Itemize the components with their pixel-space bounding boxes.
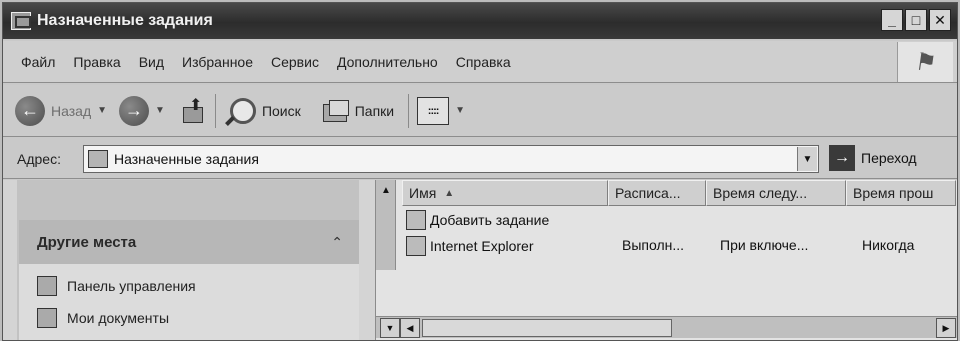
title-bar: Назначенные задания _ □ ✕ [3,3,957,39]
my-documents-icon [37,308,57,328]
sort-ascending-icon: ▲ [444,187,455,199]
column-header-schedule[interactable]: Расписа... [608,180,706,206]
back-arrow-icon: ← [15,95,45,126]
forward-dropdown-icon[interactable]: ▼ [155,105,165,116]
folders-icon [322,99,349,122]
column-header-next-run[interactable]: Время следу... [706,180,846,206]
list-item-next-run: При включе... [720,237,809,253]
scroll-right-icon[interactable]: ▶ [936,318,956,338]
task-list: ▲ Имя ▲ Расписа... Время следу... Время … [375,180,957,340]
column-headers: Имя ▲ Расписа... Время следу... Время пр… [402,180,956,206]
views-button[interactable]: :::: ▼ [417,96,465,125]
toolbar-separator [408,93,410,128]
scroll-left-icon[interactable]: ◀ [400,318,420,338]
back-dropdown-icon[interactable]: ▼ [97,105,107,116]
menu-bar: Файл Правка Вид Избранное Сервис Дополни… [3,41,957,83]
search-label: Поиск [261,102,301,119]
place-my-documents[interactable]: Мои документы [37,308,169,328]
other-places-title: Другие места [37,233,137,251]
address-value: Назначенные задания [114,151,259,167]
list-item-add-task[interactable]: Добавить задание [406,208,549,232]
place-control-panel[interactable]: Панель управления [37,276,196,296]
forward-button[interactable]: → ▼ [119,95,165,126]
collapse-chevron-icon[interactable]: ⌃ [331,234,343,251]
back-label: Назад [51,102,92,119]
list-item-schedule: Выполн... [622,237,685,253]
views-icon: :::: [417,96,450,125]
folders-button[interactable]: Папки [322,99,395,122]
maximize-button[interactable]: □ [905,9,927,31]
horizontal-scrollbar[interactable]: ▼ ◀ ▶ [376,316,957,338]
go-button[interactable]: → Переход [829,145,917,171]
search-button[interactable]: Поиск [229,97,301,124]
menu-advanced[interactable]: Дополнительно [337,54,438,70]
search-icon [229,97,256,124]
window-title: Назначенные задания [37,12,213,29]
column-header-last-run[interactable]: Время прош [846,180,956,206]
go-arrow-icon: → [829,145,855,171]
back-button[interactable]: ← Назад ▼ [15,95,107,126]
menu-view[interactable]: Вид [139,54,164,70]
views-dropdown-icon[interactable]: ▼ [455,105,465,116]
place-label: Панель управления [67,278,196,294]
list-item-name: Добавить задание [430,212,550,228]
vertical-scrollbar[interactable]: ▲ [376,180,396,270]
menu-edit[interactable]: Правка [73,54,120,70]
menu-help[interactable]: Справка [456,54,511,70]
scroll-up-icon[interactable]: ▲ [376,180,396,200]
other-places-list: Панель управления Мои документы [19,264,359,340]
menu-favorites[interactable]: Избранное [182,54,253,70]
up-folder-icon[interactable] [179,95,207,125]
list-item-name: Internet Explorer [430,238,534,254]
address-dropdown-icon[interactable]: ▼ [797,147,817,171]
windows-logo-icon: ⚑ [897,42,953,82]
content-area: Другие места ⌃ Панель управления Мои док… [3,180,957,340]
toolbar: ← Назад ▼ → ▼ Поиск Папки :::: ▼ [3,85,957,137]
scroll-down-icon[interactable]: ▼ [380,318,400,338]
address-bar: Адрес: Назначенные задания ▼ → Переход [3,139,957,179]
list-item-last-run: Никогда [862,237,915,253]
scheduled-tasks-folder-icon [11,12,31,30]
column-header-name[interactable]: Имя ▲ [402,180,608,206]
column-header-label: Имя [409,185,437,201]
scheduled-tasks-window: Назначенные задания _ □ ✕ Файл Правка Ви… [2,2,958,341]
scroll-thumb[interactable] [422,319,672,337]
add-task-icon [406,210,426,230]
go-label: Переход [861,150,917,166]
folders-label: Папки [354,102,395,119]
scheduled-tasks-folder-icon [88,150,108,168]
address-field[interactable]: Назначенные задания ▼ [83,145,819,173]
toolbar-separator [214,93,216,128]
forward-arrow-icon: → [119,95,150,126]
minimize-button[interactable]: _ [881,9,903,31]
menu-file[interactable]: Файл [21,54,55,70]
other-places-header[interactable]: Другие места ⌃ [19,220,359,264]
scheduled-task-icon [406,236,426,256]
list-item-internet-explorer[interactable]: Internet Explorer Выполн... При включе..… [406,234,956,258]
address-label: Адрес: [17,150,61,167]
menu-tools[interactable]: Сервис [271,54,319,70]
control-panel-icon [37,276,57,296]
close-button[interactable]: ✕ [929,9,951,31]
place-label: Мои документы [67,310,170,326]
